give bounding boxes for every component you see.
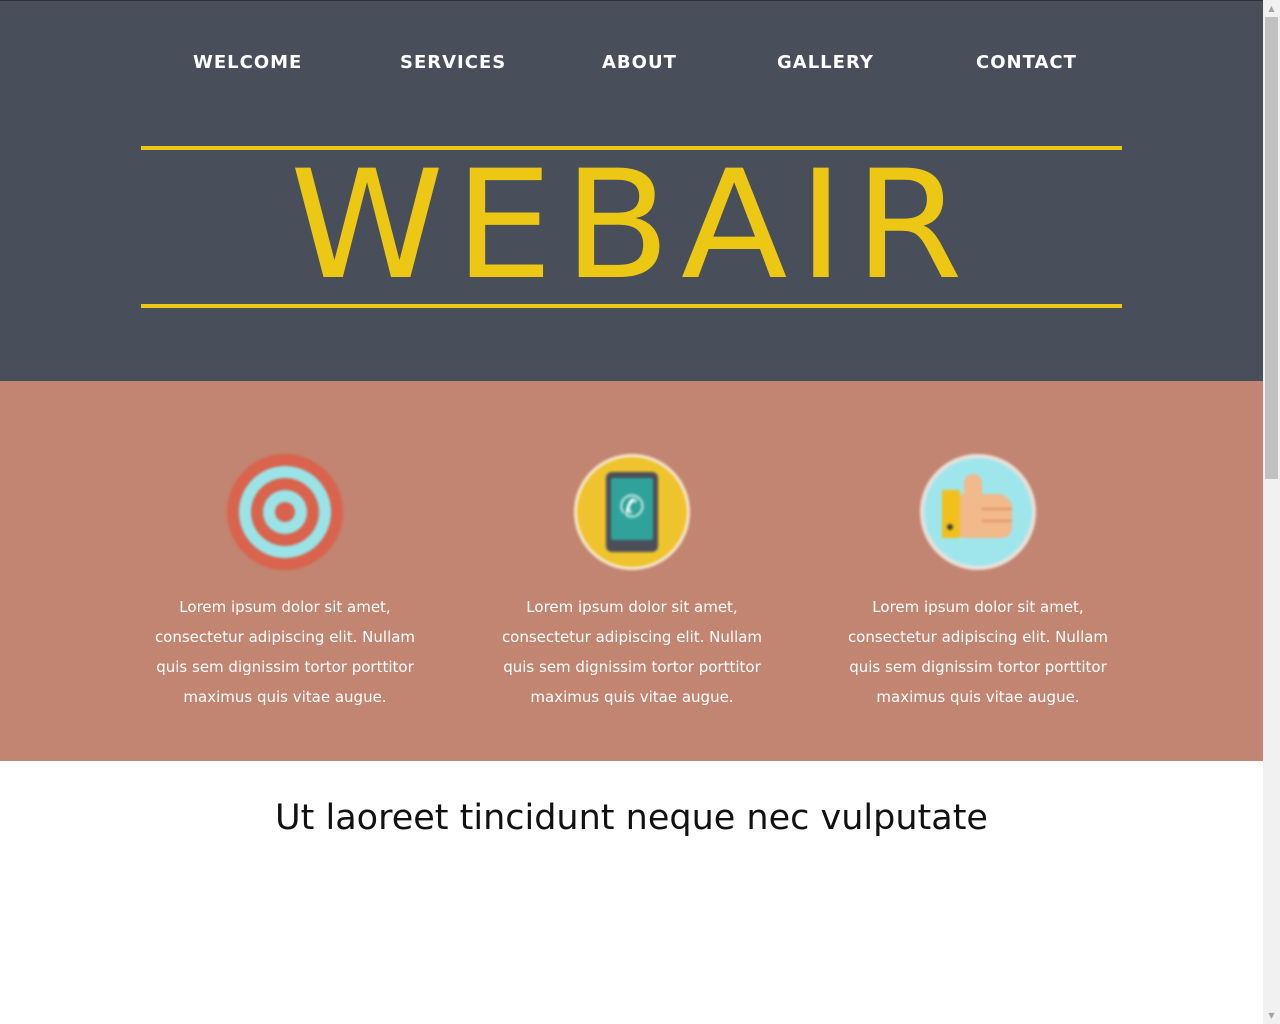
feature-card: Lorem ipsum dolor sit amet, consectetur … <box>150 454 420 712</box>
site-logo[interactable]: WEBAIR <box>0 151 1263 301</box>
nav-link-contact[interactable]: CONTACT <box>976 51 1077 75</box>
scrollbar-thumb[interactable] <box>1265 17 1278 479</box>
phone-icon: ✆ <box>574 454 690 570</box>
vertical-scrollbar[interactable]: ▲ ▼ <box>1263 0 1280 1024</box>
scroll-up-arrow-icon[interactable]: ▲ <box>1263 0 1280 17</box>
scroll-down-arrow-icon[interactable]: ▼ <box>1263 1007 1280 1024</box>
feature-text: Lorem ipsum dolor sit amet, consectetur … <box>501 598 763 706</box>
target-icon <box>227 454 343 570</box>
feature-card: ✆ Lorem ipsum dolor sit amet, consectetu… <box>497 454 767 712</box>
nav-link-gallery[interactable]: GALLERY <box>777 51 874 75</box>
feature-text: Lorem ipsum dolor sit amet, consectetur … <box>154 598 416 706</box>
thumbs-up-icon <box>920 454 1036 570</box>
nav-link-about[interactable]: ABOUT <box>602 51 677 75</box>
site-header: WELCOME SERVICES ABOUT GALLERY CONTACT W… <box>0 0 1263 381</box>
section-heading: Ut laoreet tincidunt neque nec vulputate <box>275 798 988 838</box>
main-nav: WELCOME SERVICES ABOUT GALLERY CONTACT <box>0 51 1263 75</box>
feature-card: Lorem ipsum dolor sit amet, consectetur … <box>843 454 1113 712</box>
features-section: Lorem ipsum dolor sit amet, consectetur … <box>0 381 1263 761</box>
feature-text: Lorem ipsum dolor sit amet, consectetur … <box>847 598 1109 706</box>
nav-link-welcome[interactable]: WELCOME <box>193 51 302 75</box>
nav-link-services[interactable]: SERVICES <box>400 51 506 75</box>
page: WELCOME SERVICES ABOUT GALLERY CONTACT W… <box>0 0 1263 1024</box>
logo-bottom-rule <box>141 304 1122 308</box>
